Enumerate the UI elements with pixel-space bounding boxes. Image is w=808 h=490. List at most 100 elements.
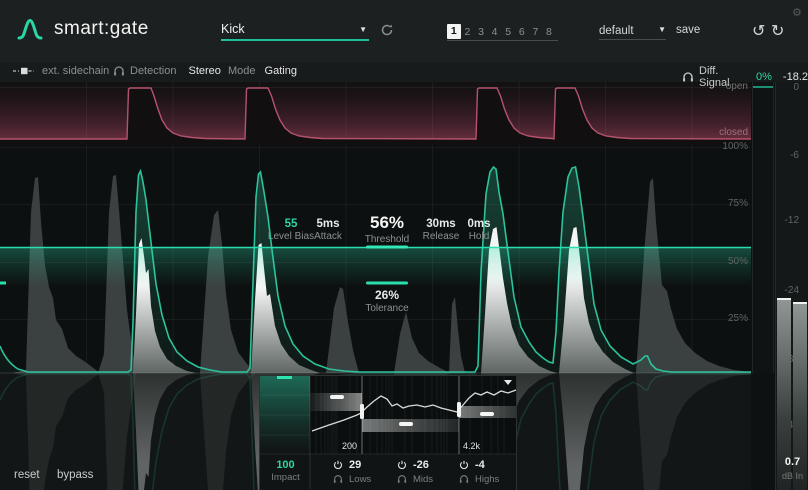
lows-gain-value[interactable]: 29 (349, 459, 361, 471)
preset-slot-5[interactable]: 5 (501, 26, 515, 38)
lows-band-controls: 29 Lows (333, 459, 371, 485)
level-bias-param[interactable]: 55 Level Bias (268, 218, 314, 242)
chevron-down-icon: ▼ (658, 25, 666, 34)
crossover-freq-1[interactable]: 200 (342, 441, 357, 451)
gate-open-level-line (753, 86, 773, 88)
input-db-unit: dB In (776, 471, 808, 481)
attack-value[interactable]: 5ms (314, 218, 342, 230)
hold-value[interactable]: 0ms (467, 218, 490, 230)
impact-column[interactable] (260, 376, 310, 456)
impact-slider-handle[interactable] (277, 376, 292, 379)
tolerance-param[interactable]: 26% Tolerance (365, 288, 408, 314)
top-bar: smart:gate Kick ▼ 1 2 3 4 5 6 7 8 defaul… (0, 0, 808, 62)
tolerance-value[interactable]: 26% (365, 288, 408, 302)
release-label: Release (423, 231, 460, 242)
threshold-handle[interactable] (366, 246, 408, 249)
power-icon[interactable] (459, 460, 469, 470)
bypass-button[interactable]: bypass (57, 469, 93, 481)
mids-gain-value[interactable]: -26 (413, 459, 429, 471)
preset-bank-value: default (599, 25, 634, 37)
power-icon[interactable] (397, 460, 407, 470)
settings-gear-icon[interactable]: ⚙ (792, 6, 802, 19)
crossover-freq-2[interactable]: 4.2k (463, 441, 481, 451)
mode-value[interactable]: Gating (265, 65, 297, 77)
db-tick-24: -24 (775, 285, 799, 296)
db-tick-0: 0 (775, 82, 799, 93)
mode-control[interactable]: Mode Gating (228, 65, 297, 77)
pct-label-50: 50% (640, 256, 748, 267)
preset-slot-1[interactable]: 1 (447, 24, 461, 39)
hold-param[interactable]: 0ms Hold (467, 218, 490, 242)
lows-gain-handle[interactable] (330, 395, 344, 399)
db-tick-12: -12 (775, 215, 799, 226)
lows-band-label: Lows (349, 474, 371, 485)
preset-select[interactable]: Kick ▼ (221, 20, 369, 41)
detection-value[interactable]: Stereo (188, 65, 220, 77)
envelope-gradient (0, 82, 751, 139)
crossover-handle-2[interactable] (457, 402, 461, 417)
preset-slot-bar: 1 2 3 4 5 6 7 8 (447, 23, 558, 41)
mids-band-label: Mids (413, 474, 433, 485)
threshold-value[interactable]: 56% (365, 213, 409, 233)
pct-label-25: 25% (640, 313, 748, 324)
tolerance-edge-tick (0, 282, 6, 285)
impact-value[interactable]: 100 (260, 459, 311, 471)
attack-param[interactable]: 5ms Attack (314, 218, 342, 242)
hold-label: Hold (467, 231, 490, 242)
detection-label: Detection (130, 65, 176, 77)
input-db-value: 0.7 (776, 456, 808, 468)
highs-gain-value[interactable]: -4 (475, 459, 485, 471)
attack-label: Attack (314, 231, 342, 242)
highs-band-controls: -4 Highs (459, 459, 499, 485)
preset-slot-6[interactable]: 6 (515, 26, 529, 38)
meter-peak-right (793, 302, 807, 304)
tolerance-label: Tolerance (365, 303, 408, 314)
mids-gain-handle[interactable] (399, 422, 413, 426)
preset-slot-3[interactable]: 3 (474, 26, 488, 38)
ext-sidechain-label: ext. sidechain (42, 65, 109, 77)
level-bias-label: Level Bias (268, 231, 314, 242)
headphones-icon[interactable] (333, 474, 343, 484)
gate-open-label: open (640, 81, 748, 92)
pct-label-75: 75% (640, 198, 748, 209)
gate-state-meter (752, 82, 774, 373)
threshold-param[interactable]: 56% Threshold (365, 213, 409, 245)
input-level-meter: 0 -6 -12 -24 -36 -48 0.7 dB In (775, 82, 808, 490)
release-param[interactable]: 30ms Release (423, 218, 460, 242)
power-icon[interactable] (333, 460, 343, 470)
preset-bank-dropdown[interactable]: default ▼ (599, 21, 666, 40)
crossover-handle-1[interactable] (360, 404, 364, 419)
tolerance-zone (0, 247, 751, 287)
sidechain-cable-icon (13, 66, 37, 76)
reset-button[interactable]: reset (14, 469, 40, 481)
band-panel: 200 4.2k 100 Impact 29 Lows -26 Mids -4 (259, 375, 517, 490)
preset-slot-2[interactable]: 2 (461, 26, 475, 38)
db-tick-6: -6 (775, 150, 799, 161)
ext-sidechain-toggle[interactable]: ext. sidechain (13, 65, 109, 77)
headphones-icon (113, 65, 125, 77)
mids-band-controls: -26 Mids (397, 459, 433, 485)
level-bias-value[interactable]: 55 (268, 218, 314, 230)
release-value[interactable]: 30ms (423, 218, 460, 230)
highs-gain-handle[interactable] (480, 412, 494, 416)
undo-icon[interactable]: ↺ (752, 21, 765, 41)
detection-control[interactable]: Detection Stereo (113, 65, 221, 77)
mode-label: Mode (228, 65, 256, 77)
preset-slot-8[interactable]: 8 (542, 26, 556, 38)
redo-icon[interactable]: ↻ (771, 21, 784, 41)
preset-slot-4[interactable]: 4 (488, 26, 502, 38)
pct-label-100: 100% (640, 141, 748, 152)
app-title: smart:gate (54, 18, 149, 40)
headphones-icon[interactable] (397, 474, 407, 484)
chevron-down-icon: ▼ (359, 25, 367, 34)
headphones-icon[interactable] (459, 474, 469, 484)
highs-band-label: Highs (475, 474, 499, 485)
gate-closed-label: closed (640, 127, 748, 138)
preset-slot-7[interactable]: 7 (529, 26, 543, 38)
tolerance-handle[interactable] (366, 282, 408, 285)
preset-name: Kick (221, 22, 245, 36)
threshold-label: Threshold (365, 234, 409, 245)
save-button[interactable]: save (676, 24, 700, 36)
preset-refresh-icon[interactable] (380, 23, 394, 42)
meter-peak-left (777, 298, 791, 300)
